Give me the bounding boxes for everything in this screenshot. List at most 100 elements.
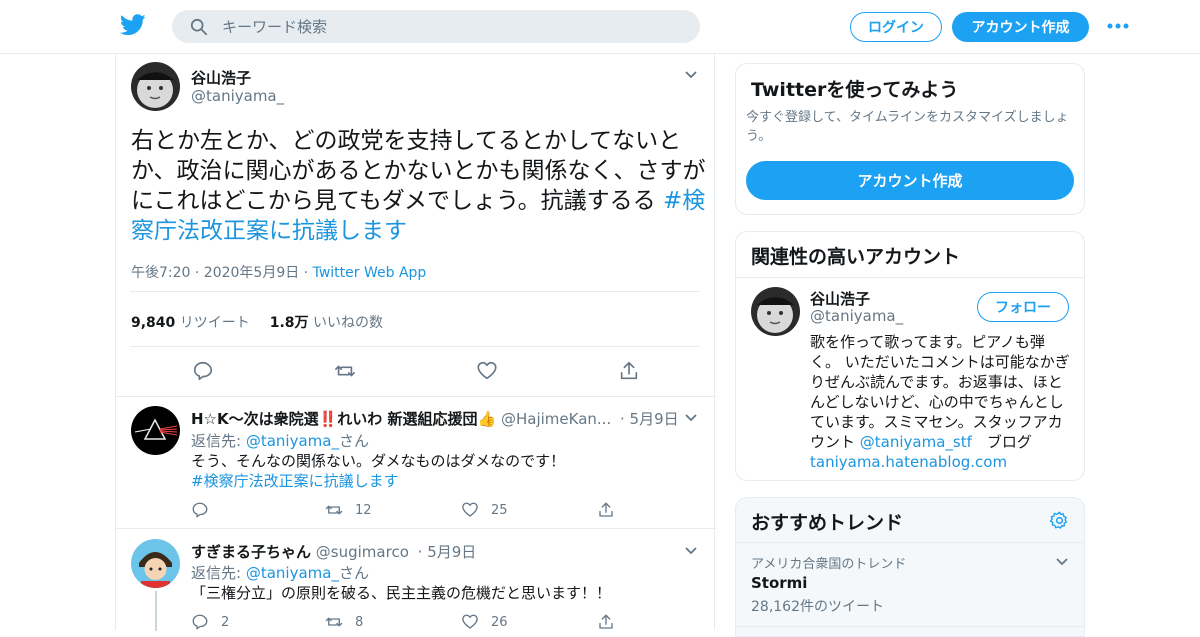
reply-icon — [192, 502, 208, 518]
like-stat-label: いいねの数 — [313, 315, 384, 331]
reply-hashtag-link[interactable]: #検察庁法改正案に抗議します — [191, 472, 399, 490]
reply-icon[interactable] — [192, 360, 214, 382]
signup-button[interactable]: アカウント作成 — [952, 12, 1089, 42]
share-icon — [599, 614, 613, 629]
login-button[interactable]: ログイン — [850, 12, 942, 42]
trend-name: Stormi — [751, 574, 808, 592]
related-account-avatar[interactable] — [751, 287, 800, 336]
reply-to-prefix: 返信先: — [191, 564, 246, 582]
reply-to-mention[interactable]: @taniyama_ — [246, 564, 339, 582]
reply-action[interactable]: 2 — [191, 613, 229, 631]
reply-to-suffix: さん — [338, 564, 369, 582]
reply-tweet[interactable]: すぎまる子ちゃん @sugimarco · 5月9日 返信先: @taniyam… — [116, 528, 716, 631]
tweet-text: 右とか左とか、どの政党を支持してるとかしてないとか、政治に関心があるとかないとか… — [131, 126, 706, 246]
retweet-icon — [325, 505, 343, 515]
twitter-logo-icon[interactable] — [120, 14, 146, 36]
author-avatar[interactable] — [131, 62, 180, 111]
bio-blog-label: ブログ — [971, 433, 1032, 451]
bio-blog-link[interactable]: taniyama.hatenablog.com — [810, 452, 1074, 472]
related-account-bio: 歌を作って歌ってます。ピアノも弾く。 いただいたコメントは可能なかぎりぜんぶ読ん… — [810, 332, 1074, 472]
retweet-icon[interactable] — [334, 360, 356, 382]
reply-author-name[interactable]: H☆K〜次は衆院選‼️れいわ 新選組応援団👍 — [191, 410, 496, 428]
reply-to-line: 返信先: @taniyama_さん — [191, 562, 369, 583]
author-name[interactable]: 谷山浩子 — [191, 67, 251, 88]
chevron-down-icon[interactable] — [684, 70, 698, 80]
reply-to-line: 返信先: @taniyama_さん — [191, 430, 369, 451]
divider — [130, 291, 700, 292]
reply-icon — [192, 614, 208, 630]
like-count: 26 — [491, 614, 508, 630]
tweet-column: 谷山浩子 @taniyama_ 右とか左とか、どの政党を支持してるとかしてないと… — [115, 54, 716, 631]
reply-body: そう、そんなの関係ない。ダメなものはダメなのです！ — [191, 452, 566, 470]
reply-date[interactable]: · 5月9日 — [620, 410, 679, 428]
author-handle[interactable]: @taniyama_ — [191, 87, 284, 105]
chevron-down-icon[interactable] — [684, 413, 698, 423]
share-action[interactable] — [597, 501, 615, 519]
reply-count: 2 — [221, 614, 230, 630]
share-icon — [599, 502, 613, 517]
top-bar: ログイン アカウント作成 — [0, 0, 1200, 54]
reply-text: そう、そんなの関係ない。ダメなものはダメなのです！ #検察庁法改正案に抗議します — [191, 451, 691, 491]
follow-button[interactable]: フォロー — [977, 292, 1069, 322]
reply-header: すぎまる子ちゃん @sugimarco · 5月9日 — [191, 541, 476, 562]
reply-author-handle[interactable]: @sugimarco — [316, 543, 409, 561]
bio-mention-link[interactable]: @taniyama_stf — [860, 433, 972, 451]
related-accounts-card: 関連性の高いアカウント 谷山浩子 @taniyama_ フォロー 歌を作って歌っ… — [735, 231, 1085, 481]
signup-card-description: 今すぐ登録して、タイムラインをカスタマイズしましょう。 — [746, 110, 1069, 144]
trend-context: アメリカ合衆国のトレンド — [751, 557, 907, 572]
tweet-body: 右とか左とか、どの政党を支持してるとかしてないとか、政治に関心があるとかないとか… — [131, 128, 706, 214]
divider — [736, 277, 1084, 278]
reply-avatar[interactable] — [131, 406, 180, 455]
share-icon[interactable] — [618, 360, 640, 382]
search-icon — [190, 18, 208, 36]
reply-author-name[interactable]: すぎまる子ちゃん — [191, 543, 311, 561]
trends-card-title: おすすめトレンド — [751, 512, 904, 534]
reply-header: H☆K〜次は衆院選‼️れいわ 新選組応援団👍 @HajimeKan... · 5… — [191, 408, 679, 429]
like-count: 1.8万 — [269, 315, 309, 331]
reply-to-prefix: 返信先: — [191, 432, 246, 450]
like-icon — [462, 502, 478, 517]
chevron-down-icon[interactable] — [684, 546, 698, 556]
search-input[interactable] — [222, 10, 682, 43]
tweet-meta: 午後7:20 · 2020年5月9日 · Twitter Web App — [131, 262, 426, 282]
share-action[interactable] — [597, 613, 615, 631]
retweet-count: 9,840 — [131, 315, 176, 331]
reply-tweet[interactable]: H☆K〜次は衆院選‼️れいわ 新選組応援団👍 @HajimeKan... · 5… — [116, 396, 716, 528]
divider — [736, 626, 1084, 627]
retweet-stat-label: リツイート — [179, 315, 250, 331]
retweet-stat[interactable]: 9,840 リツイート — [131, 312, 250, 332]
reply-author-handle[interactable]: @HajimeKan... — [501, 410, 611, 428]
like-count: 25 — [491, 502, 508, 518]
retweet-count: 8 — [355, 614, 364, 630]
tweet-source-link[interactable]: Twitter Web App — [313, 265, 427, 281]
reply-avatar[interactable] — [131, 539, 180, 588]
reply-to-suffix: さん — [338, 432, 369, 450]
related-account-name[interactable]: 谷山浩子 — [810, 288, 870, 309]
retweet-icon — [325, 617, 343, 627]
like-action[interactable]: 25 — [461, 501, 508, 519]
reply-action[interactable] — [191, 501, 209, 519]
retweet-action[interactable]: 12 — [325, 501, 372, 519]
more-options-icon[interactable] — [1107, 21, 1129, 31]
signup-card: Twitterを使ってみよう 今すぐ登録して、タイムラインをカスタマイズしましょ… — [735, 63, 1085, 215]
chevron-down-icon[interactable] — [1055, 557, 1069, 567]
trend-item[interactable]: アメリカ合衆国のトレンド Stormi 28,162件のツイート — [736, 543, 1084, 627]
search-box[interactable] — [172, 10, 700, 43]
reply-to-mention[interactable]: @taniyama_ — [246, 432, 339, 450]
settings-gear-icon[interactable] — [1049, 510, 1070, 531]
trend-tweet-count: 28,162件のツイート — [751, 599, 884, 615]
reply-date[interactable]: · 5月9日 — [418, 543, 477, 561]
tweet-stats: 9,840 リツイート 1.8万 いいねの数 — [131, 312, 383, 332]
signup-card-button[interactable]: アカウント作成 — [746, 161, 1074, 200]
retweet-count: 12 — [355, 502, 372, 518]
like-action[interactable]: 26 — [461, 613, 508, 631]
thread-line — [155, 591, 157, 631]
tweet-timestamp[interactable]: 午後7:20 · 2020年5月9日 · — [131, 265, 313, 281]
like-icon[interactable] — [476, 360, 498, 382]
like-stat[interactable]: 1.8万 いいねの数 — [270, 312, 383, 332]
trends-card: おすすめトレンド アメリカ合衆国のトレンド Stormi 28,162件のツイー… — [735, 497, 1085, 637]
retweet-action[interactable]: 8 — [325, 613, 363, 631]
related-card-title: 関連性の高いアカウント — [751, 246, 961, 268]
signup-card-title: Twitterを使ってみよう — [751, 79, 959, 101]
related-account-handle[interactable]: @taniyama_ — [810, 307, 903, 325]
